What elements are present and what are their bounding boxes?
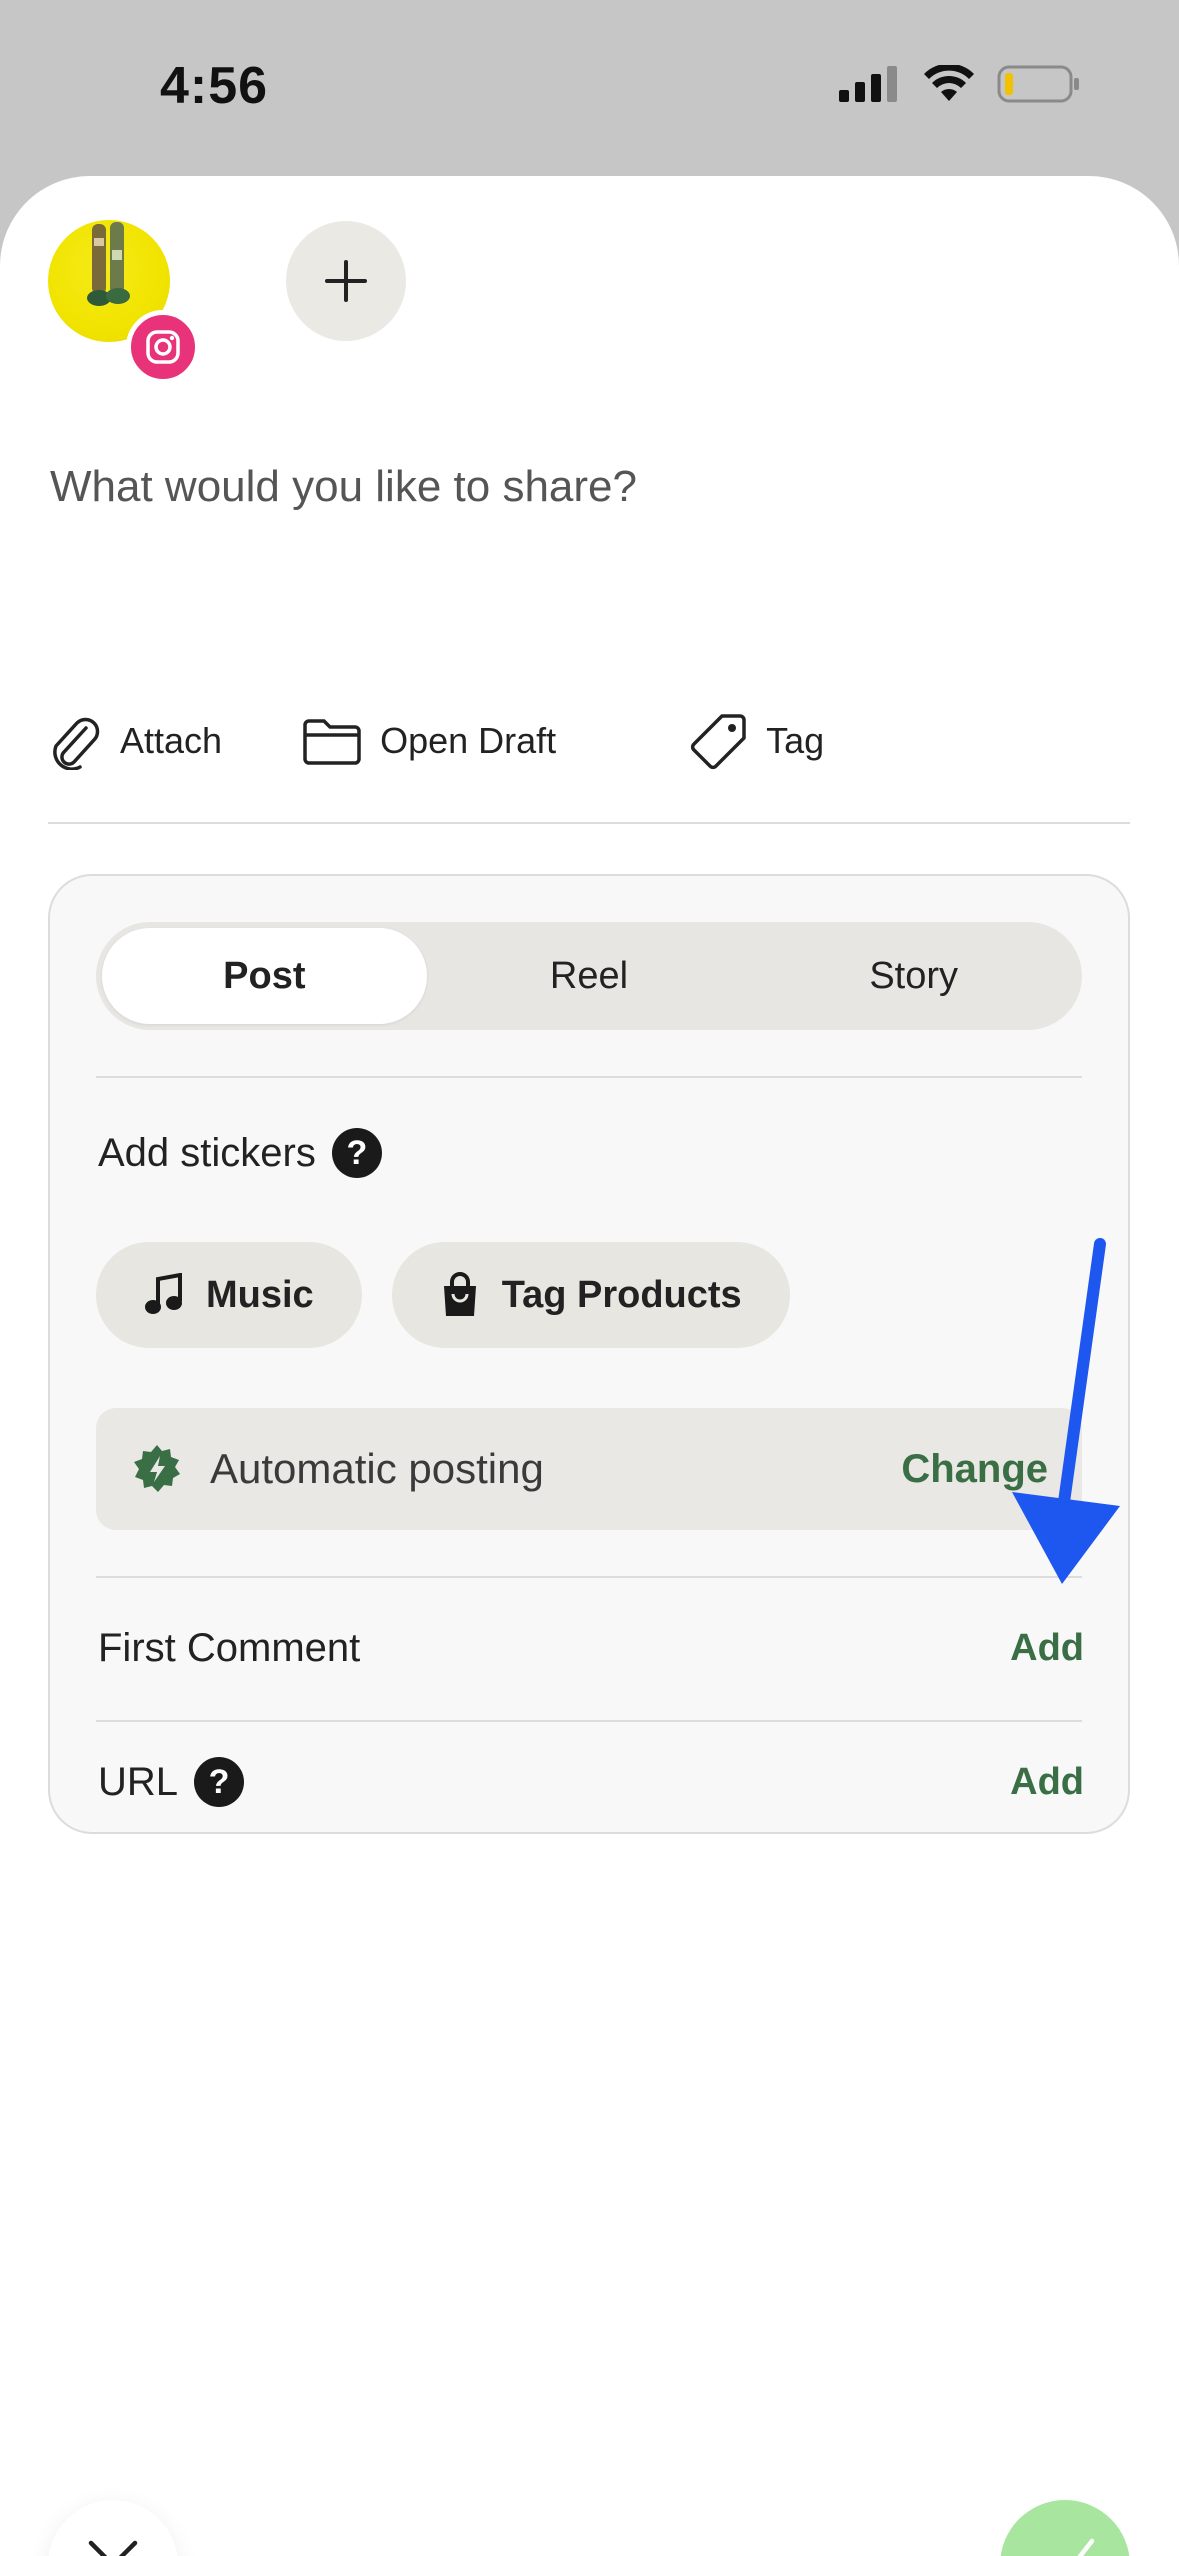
- account-row: [48, 220, 406, 384]
- stickers-label: Add stickers: [98, 1130, 316, 1175]
- selected-account[interactable]: [48, 220, 200, 384]
- status-bar: 4:56: [0, 0, 1179, 176]
- checkmark-icon: [1077, 2538, 1095, 2556]
- compose-sheet: What would you like to share? Attach Ope…: [0, 176, 1179, 2556]
- tag-button[interactable]: Tag: [690, 712, 824, 770]
- add-account-button[interactable]: [286, 221, 406, 341]
- plus-icon: [325, 260, 367, 302]
- tag-products-label: Tag Products: [501, 1273, 742, 1316]
- url-label: URL: [98, 1759, 179, 1804]
- music-note-icon: [145, 1273, 182, 1314]
- instagram-icon: [126, 310, 200, 384]
- change-posting-button[interactable]: Change: [901, 1447, 1048, 1492]
- add-first-comment-button[interactable]: Add: [1010, 1627, 1084, 1670]
- open-draft-label: Open Draft: [380, 720, 557, 761]
- paperclip-icon: [53, 717, 100, 770]
- tag-icon: [691, 714, 746, 770]
- divider: [96, 1720, 1082, 1722]
- folder-icon: [303, 719, 361, 765]
- add-url-button[interactable]: Add: [1010, 1761, 1084, 1804]
- tag-label: Tag: [766, 720, 825, 761]
- tab-story[interactable]: Story: [751, 928, 1076, 1024]
- url-row: URL ? Add: [98, 1732, 1084, 1832]
- attach-button[interactable]: Attach: [48, 712, 222, 770]
- first-comment-row: First Comment Add: [98, 1596, 1084, 1700]
- music-label: Music: [206, 1273, 314, 1316]
- signal-icon: [839, 66, 897, 102]
- divider: [48, 822, 1130, 824]
- divider: [96, 1076, 1082, 1078]
- automatic-posting-bar: Automatic posting Change: [96, 1408, 1082, 1530]
- battery-icon: [997, 65, 1079, 103]
- post-type-selector: Post Reel Story: [96, 922, 1082, 1030]
- post-options-card: Post Reel Story Add stickers ? Music Tag…: [48, 874, 1130, 1834]
- open-draft-button[interactable]: Open Draft: [302, 717, 556, 765]
- divider: [96, 1576, 1082, 1578]
- tab-post[interactable]: Post: [102, 928, 427, 1024]
- wifi-icon: [924, 65, 974, 101]
- tag-products-button[interactable]: Tag Products: [391, 1242, 790, 1348]
- first-comment-label: First Comment: [98, 1625, 361, 1670]
- help-icon[interactable]: ?: [331, 1128, 382, 1178]
- auto-publish-icon: [134, 1445, 180, 1492]
- compose-toolbar: Attach Open Draft Tag: [48, 712, 904, 770]
- stickers-section-label: Add stickers ?: [98, 1128, 382, 1178]
- music-sticker-button[interactable]: Music: [96, 1242, 362, 1348]
- shopping-bag-icon: [443, 1272, 476, 1316]
- sticker-row: Music Tag Products: [96, 1242, 790, 1348]
- tab-reel[interactable]: Reel: [427, 928, 752, 1024]
- attach-label: Attach: [120, 720, 223, 761]
- url-label-wrap: URL ?: [98, 1757, 245, 1807]
- status-time: 4:56: [160, 57, 269, 115]
- close-icon: [88, 2540, 138, 2556]
- automatic-posting-label: Automatic posting: [210, 1445, 544, 1492]
- status-icons: [839, 64, 1081, 104]
- compose-input[interactable]: What would you like to share?: [50, 462, 637, 512]
- confirm-button[interactable]: [1000, 2500, 1130, 2556]
- help-icon[interactable]: ?: [194, 1757, 245, 1807]
- close-button[interactable]: [48, 2500, 178, 2556]
